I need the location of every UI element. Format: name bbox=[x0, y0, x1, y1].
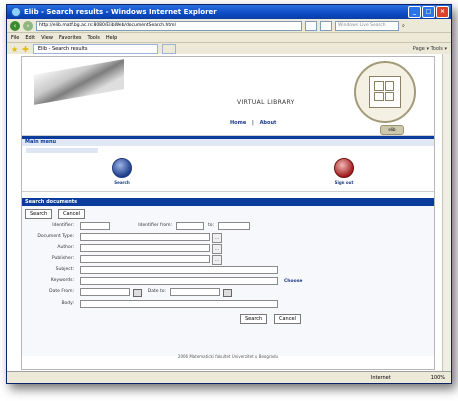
status-bar: Internet 100% bbox=[7, 371, 451, 383]
document-type-picker-icon[interactable]: … bbox=[212, 233, 222, 243]
main-menu-header: Main menu bbox=[22, 136, 434, 146]
minimize-icon[interactable]: _ bbox=[408, 6, 421, 18]
command-bar[interactable]: Page ▾ Tools ▾ bbox=[413, 46, 447, 52]
menu-edit[interactable]: Edit bbox=[25, 35, 35, 41]
document-type-input[interactable] bbox=[80, 233, 210, 241]
nav-separator: | bbox=[251, 120, 254, 126]
zoom-level[interactable]: 100% bbox=[431, 375, 445, 381]
cancel-button-top[interactable]: Cancel bbox=[58, 209, 85, 219]
seal-badge: elib bbox=[380, 125, 404, 135]
window-controls: _ □ × bbox=[408, 6, 449, 18]
main-menu-search[interactable]: Search bbox=[102, 158, 142, 185]
university-seal-logo bbox=[354, 61, 416, 123]
refresh-icon[interactable] bbox=[305, 20, 317, 31]
address-input[interactable]: http://elib.matf.bg.ac.rs:8080/ElibWeb/d… bbox=[36, 20, 302, 31]
stop-icon[interactable] bbox=[320, 20, 332, 31]
search-button-bottom[interactable]: Search bbox=[240, 314, 268, 324]
search-documents-header: Search documents bbox=[22, 198, 434, 206]
forward-icon[interactable]: › bbox=[23, 20, 33, 31]
search-icon[interactable] bbox=[112, 158, 132, 178]
search-button-top[interactable]: Search bbox=[25, 209, 53, 219]
body-input[interactable] bbox=[80, 300, 278, 308]
live-search-input[interactable]: Windows Live Search bbox=[335, 20, 399, 31]
date-to-input[interactable] bbox=[170, 288, 220, 296]
publisher-label: Publisher: bbox=[51, 256, 74, 261]
identifier-from-label: Identifier from: bbox=[138, 223, 172, 228]
cancel-button-bottom[interactable]: Cancel bbox=[274, 314, 301, 324]
web-page: VIRTUAL LIBRARY Home | About elib Main m… bbox=[21, 56, 435, 370]
back-icon[interactable]: ‹ bbox=[10, 20, 20, 31]
add-favorites-icon[interactable]: ✚ bbox=[22, 45, 29, 54]
maximize-icon[interactable]: □ bbox=[422, 6, 435, 18]
publisher-picker-icon[interactable]: … bbox=[212, 255, 222, 265]
search-form: Search Cancel Identifier: Identifier fro… bbox=[22, 206, 434, 356]
main-menu: Search Sign out bbox=[22, 146, 434, 192]
date-to-label: Date to: bbox=[147, 289, 166, 294]
menu-help[interactable]: Help bbox=[106, 35, 117, 41]
security-zone: Internet bbox=[370, 374, 391, 381]
body-label: Body: bbox=[61, 301, 74, 306]
main-menu-sign-out[interactable]: Sign out bbox=[324, 158, 364, 185]
ie-logo-icon bbox=[11, 7, 21, 17]
address-bar: ‹ › http://elib.matf.bg.ac.rs:8080/ElibW… bbox=[7, 19, 451, 33]
page-footer: 2006 Matematicki fakultet Univerzitet u … bbox=[177, 354, 279, 359]
site-title: VIRTUAL LIBRARY bbox=[237, 99, 295, 106]
date-from-input[interactable] bbox=[80, 288, 130, 296]
favorites-star-icon[interactable]: ★ bbox=[11, 45, 18, 54]
identifier-to-input[interactable] bbox=[218, 222, 250, 230]
keywords-input[interactable] bbox=[80, 277, 278, 285]
author-input[interactable] bbox=[80, 244, 210, 252]
menu-tools[interactable]: Tools bbox=[88, 35, 100, 41]
title-bar: Elib - Search results - Windows Internet… bbox=[7, 5, 451, 19]
top-navigation: Home | About bbox=[228, 120, 278, 126]
keywords-label: Keywords: bbox=[50, 278, 74, 283]
banner-image bbox=[34, 59, 124, 105]
browser-window: Elib - Search results - Windows Internet… bbox=[6, 4, 452, 384]
window-title: Elib - Search results - Windows Internet… bbox=[24, 8, 217, 16]
document-type-label: Document Type: bbox=[37, 234, 74, 239]
subject-label: Subject: bbox=[55, 267, 74, 272]
close-icon[interactable]: × bbox=[436, 6, 449, 18]
date-from-label: Date From: bbox=[49, 289, 74, 294]
author-label: Author: bbox=[57, 245, 74, 250]
main-menu-sign-out-label[interactable]: Sign out bbox=[335, 180, 354, 185]
vertical-scrollbar[interactable] bbox=[442, 54, 451, 372]
about-link[interactable]: About bbox=[260, 120, 277, 126]
site-banner: VIRTUAL LIBRARY Home | About elib bbox=[22, 57, 434, 136]
menu-file[interactable]: File bbox=[11, 35, 19, 41]
choose-link[interactable]: Choose bbox=[284, 279, 302, 284]
menu-favorites[interactable]: Favorites bbox=[59, 35, 82, 41]
identifier-input[interactable] bbox=[80, 222, 110, 230]
calendar-icon[interactable] bbox=[223, 289, 232, 297]
menu-view[interactable]: View bbox=[41, 35, 53, 41]
subject-input[interactable] bbox=[80, 266, 278, 274]
home-link[interactable]: Home bbox=[230, 120, 246, 126]
identifier-to-label: to: bbox=[207, 223, 214, 228]
main-menu-search-label[interactable]: Search bbox=[114, 180, 129, 185]
page-viewport: VIRTUAL LIBRARY Home | About elib Main m… bbox=[7, 54, 443, 372]
main-menu-subbar bbox=[26, 148, 98, 153]
author-picker-icon[interactable]: … bbox=[212, 244, 222, 254]
new-tab-button[interactable] bbox=[161, 44, 176, 54]
sign-out-icon[interactable] bbox=[334, 158, 354, 178]
tab-search-results[interactable]: Elib - Search results bbox=[32, 44, 158, 54]
search-go-icon[interactable]: ⌕ bbox=[402, 23, 405, 29]
publisher-input[interactable] bbox=[80, 255, 210, 263]
menu-bar: File Edit View Favorites Tools Help bbox=[7, 33, 451, 43]
identifier-label: Identifier: bbox=[52, 223, 74, 228]
